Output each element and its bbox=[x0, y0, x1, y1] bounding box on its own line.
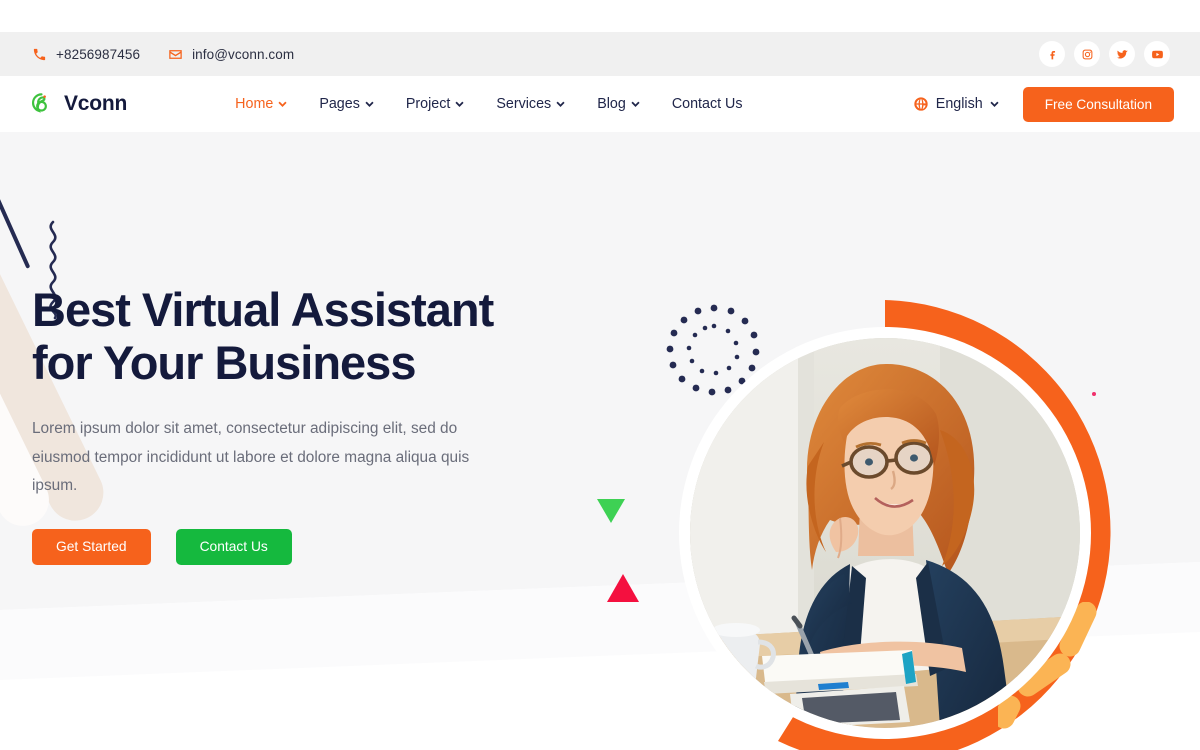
nav-label-project: Project bbox=[405, 96, 451, 112]
brand-name: Vconn bbox=[64, 92, 128, 115]
nav-item-services[interactable]: Services bbox=[480, 96, 581, 112]
nav-item-blog[interactable]: Blog bbox=[581, 96, 656, 112]
nav-label-pages: Pages bbox=[319, 96, 360, 112]
nav-label-home: Home bbox=[235, 96, 274, 112]
chevron-down-icon bbox=[556, 101, 565, 107]
language-value: English bbox=[935, 96, 983, 112]
main-header: Vconn Home Pages Project Services Blog C… bbox=[0, 76, 1200, 132]
facebook-icon[interactable] bbox=[1039, 41, 1065, 67]
nav-item-contact-us[interactable]: Contact Us bbox=[656, 96, 759, 112]
hero-title-line-2: for Your Business bbox=[32, 335, 416, 389]
hero-cta-group: Get Started Contact Us bbox=[32, 528, 572, 565]
brand-logo[interactable]: Vconn bbox=[0, 91, 127, 118]
primary-nav: Home Pages Project Services Blog Contact… bbox=[219, 96, 758, 112]
chevron-down-icon bbox=[278, 101, 287, 107]
hero-portrait-image bbox=[690, 338, 1080, 728]
red-triangle-decoration bbox=[607, 574, 639, 602]
landing-page: +8256987456 info@vconn.com Vconn Home Pa… bbox=[0, 0, 1200, 750]
free-consultation-button[interactable]: Free Consultation bbox=[1022, 86, 1174, 122]
hero-copy: Best Virtual Assistant for Your Business… bbox=[32, 283, 572, 565]
mail-icon bbox=[168, 47, 183, 62]
chevron-down-icon bbox=[990, 101, 999, 107]
vconn-leaf-logo-icon bbox=[28, 91, 55, 118]
get-started-button[interactable]: Get Started bbox=[32, 528, 151, 565]
contact-us-button[interactable]: Contact Us bbox=[175, 528, 292, 565]
green-triangle-decoration bbox=[597, 499, 625, 523]
twitter-icon[interactable] bbox=[1109, 41, 1135, 67]
email-contact[interactable]: info@vconn.com bbox=[168, 47, 294, 62]
nav-item-pages[interactable]: Pages bbox=[303, 96, 390, 112]
phone-icon bbox=[32, 47, 47, 62]
chevron-down-icon bbox=[365, 101, 374, 107]
instagram-icon[interactable] bbox=[1074, 41, 1100, 67]
nav-label-services: Services bbox=[496, 96, 552, 112]
youtube-icon[interactable] bbox=[1144, 41, 1170, 67]
hero-subtitle: Lorem ipsum dolor sit amet, consectetur … bbox=[32, 420, 470, 495]
hero-title-line-1: Best Virtual Assistant bbox=[32, 283, 494, 336]
globe-icon bbox=[913, 96, 929, 112]
nav-label-contact-us: Contact Us bbox=[671, 96, 743, 112]
header-actions: English Free Consultation bbox=[913, 86, 1200, 122]
hero-title: Best Virtual Assistant for Your Business bbox=[32, 283, 572, 389]
hero-image-ring bbox=[679, 327, 1091, 739]
phone-number: +8256987456 bbox=[56, 46, 141, 62]
language-selector[interactable]: English bbox=[913, 96, 999, 112]
email-address: info@vconn.com bbox=[192, 46, 295, 62]
top-bar-contacts: +8256987456 info@vconn.com bbox=[0, 47, 294, 62]
hero-section: Best Virtual Assistant for Your Business… bbox=[0, 132, 1200, 750]
nav-label-blog: Blog bbox=[597, 96, 626, 112]
phone-contact[interactable]: +8256987456 bbox=[32, 47, 140, 62]
top-bar: +8256987456 info@vconn.com bbox=[0, 32, 1200, 76]
nav-item-project[interactable]: Project bbox=[390, 96, 481, 112]
chevron-down-icon bbox=[455, 101, 464, 107]
chevron-down-icon bbox=[631, 101, 640, 107]
nav-item-home[interactable]: Home bbox=[219, 96, 303, 112]
hero-image-composition bbox=[660, 282, 1120, 750]
social-links bbox=[1039, 41, 1200, 67]
